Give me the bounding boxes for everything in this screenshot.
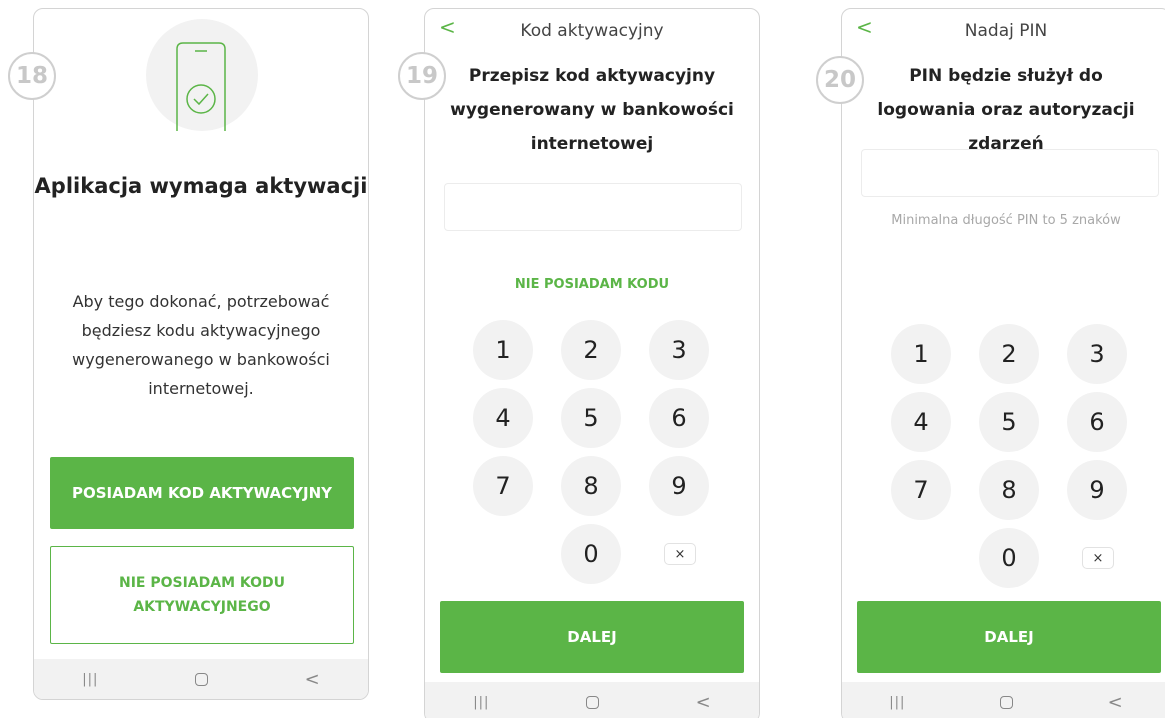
recent-apps-icon[interactable]: |||	[82, 672, 98, 687]
key-2[interactable]: 2	[979, 324, 1039, 384]
next-button[interactable]: DALEJ	[440, 601, 744, 673]
key-8[interactable]: 8	[979, 460, 1039, 520]
nav-back-icon[interactable]: <	[1108, 692, 1123, 713]
key-9[interactable]: 9	[649, 456, 709, 516]
hero-circle	[146, 19, 258, 131]
back-icon[interactable]: <	[856, 17, 873, 37]
keypad: 1 2 3 4 5 6 7 8 9 0 ×	[891, 324, 1131, 594]
recent-apps-icon[interactable]: |||	[889, 695, 905, 710]
home-icon[interactable]	[1000, 695, 1013, 709]
key-4[interactable]: 4	[891, 392, 951, 452]
header-title: Nadaj PIN	[964, 21, 1048, 41]
key-9[interactable]: 9	[1067, 460, 1127, 520]
key-0[interactable]: 0	[979, 528, 1039, 588]
key-4[interactable]: 4	[473, 388, 533, 448]
nav-back-icon[interactable]: <	[305, 669, 320, 690]
header: < Kod aktywacyjny	[425, 9, 759, 53]
page-title: Aplikacja wymaga aktywacji	[34, 174, 368, 198]
key-7[interactable]: 7	[891, 460, 951, 520]
key-8[interactable]: 8	[561, 456, 621, 516]
no-code-link[interactable]: NIE POSIADAM KODU	[425, 277, 759, 292]
step-badge-20: 20	[816, 56, 864, 104]
home-icon[interactable]	[586, 695, 599, 709]
screen-set-pin: < Nadaj PIN PIN będzie służył do logowan…	[841, 8, 1165, 718]
android-nav-bar: ||| <	[34, 659, 368, 699]
next-button[interactable]: DALEJ	[857, 601, 1161, 673]
step-badge-19: 19	[398, 52, 446, 100]
key-1[interactable]: 1	[473, 320, 533, 380]
header-title: Kod aktywacyjny	[520, 21, 664, 41]
pin-hint: Minimalna długość PIN to 5 znaków	[891, 213, 1121, 228]
key-5[interactable]: 5	[979, 392, 1039, 452]
key-3[interactable]: 3	[1067, 324, 1127, 384]
android-nav-bar: ||| <	[425, 682, 759, 718]
activation-code-input[interactable]	[444, 183, 742, 231]
description-text: Aby tego dokonać, potrzebować będziesz k…	[72, 292, 330, 398]
key-6[interactable]: 6	[649, 388, 709, 448]
header: < Nadaj PIN	[842, 9, 1165, 53]
instruction-heading: Przepisz kod aktywacyjny wygenerowany w …	[450, 66, 734, 154]
pin-heading: PIN będzie służył do logowania oraz auto…	[877, 66, 1135, 154]
keypad: 1 2 3 4 5 6 7 8 9 0 ×	[473, 320, 713, 590]
delete-key-icon[interactable]: ×	[664, 543, 696, 565]
android-nav-bar: ||| <	[842, 682, 1165, 718]
key-6[interactable]: 6	[1067, 392, 1127, 452]
no-code-button[interactable]: NIE POSIADAM KODU AKTYWACYJNEGO	[50, 546, 354, 644]
phone-check-icon	[176, 42, 226, 131]
screen-activation-code: < Kod aktywacyjny Przepisz kod aktywacyj…	[424, 8, 760, 718]
recent-apps-icon[interactable]: |||	[473, 695, 489, 710]
home-icon[interactable]	[195, 672, 208, 686]
key-0[interactable]: 0	[561, 524, 621, 584]
key-7[interactable]: 7	[473, 456, 533, 516]
back-icon[interactable]: <	[439, 17, 456, 37]
key-2[interactable]: 2	[561, 320, 621, 380]
nav-back-icon[interactable]: <	[696, 692, 711, 713]
key-3[interactable]: 3	[649, 320, 709, 380]
have-code-button[interactable]: POSIADAM KOD AKTYWACYJNY	[50, 457, 354, 529]
screen-activation-required: Aplikacja wymaga aktywacji Aby tego doko…	[33, 8, 369, 700]
step-badge-18: 18	[8, 52, 56, 100]
pin-input[interactable]	[861, 149, 1159, 197]
key-5[interactable]: 5	[561, 388, 621, 448]
key-1[interactable]: 1	[891, 324, 951, 384]
delete-key-icon[interactable]: ×	[1082, 547, 1114, 569]
